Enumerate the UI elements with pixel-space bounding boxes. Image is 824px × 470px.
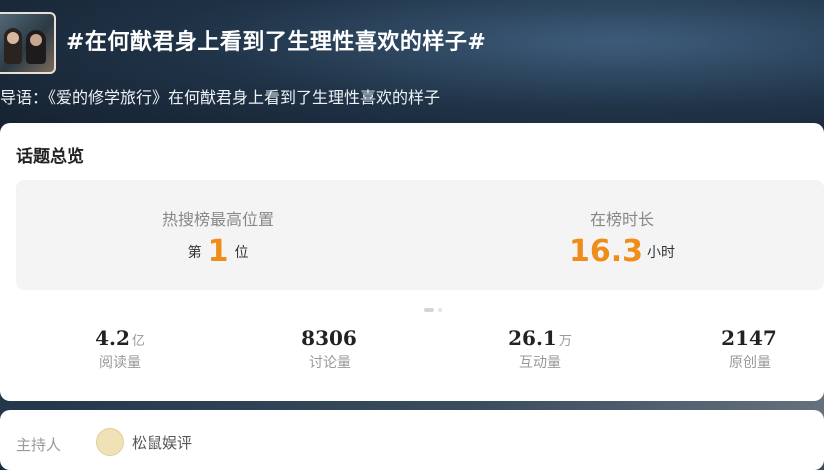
carousel-dot[interactable] [438,308,442,312]
host-card: 主持人 松鼠娱评 [0,410,824,470]
stat-value: 4.2 [95,326,130,350]
topic-avatar[interactable] [0,12,56,74]
carousel-indicator[interactable] [424,297,446,316]
on-list-duration: 在榜时长 16.3 小时 [420,180,824,290]
rank-prefix: 第 [187,245,202,261]
duration-value: 16.3 小时 [420,234,824,269]
rank-value: 第1位 [16,234,420,269]
rank-number: 1 [207,234,229,269]
rank-label: 热搜榜最高位置 [161,210,274,229]
stat-value: 2147 [721,326,777,350]
overview-title: 话题总览 [16,147,84,167]
stat-label: 原创量 [729,355,771,371]
duration-label: 在榜时长 [589,210,654,229]
stat-discussions: 8306 讨论量 [290,326,370,372]
header-background [0,0,824,140]
stat-unit: 万 [558,334,572,349]
stat-value: 26.1 [508,326,557,350]
stat-label: 阅读量 [99,355,141,371]
hot-search-rank: 热搜榜最高位置 第1位 [16,180,420,290]
rank-panel[interactable]: 热搜榜最高位置 第1位 在榜时长 16.3 小时 [16,180,824,290]
stat-label: 讨论量 [309,355,351,371]
topic-intro: 导语：《爱的修学旅行》在何猷君身上看到了生理性喜欢的样子 [0,88,441,107]
stat-unit: 亿 [131,334,145,349]
duration-number: 16.3 [568,234,644,269]
topic-title: #在何猷君身上看到了生理性喜欢的样子# [66,30,487,55]
carousel-dot-active[interactable] [424,308,434,312]
duration-unit: 小时 [647,245,676,261]
stat-value: 8306 [301,326,357,350]
stat-interactions: 26.1 万 互动量 [495,326,585,372]
stat-reads: 4.2 亿 阅读量 [80,326,160,372]
stat-originals: 2147 原创量 [710,326,790,372]
topic-overview-card: 话题总览 热搜榜最高位置 第1位 在榜时长 16.3 小时 4.2 亿 阅读量 83… [0,123,824,401]
host-label: 主持人 [16,436,62,454]
rank-suffix: 位 [234,245,249,261]
host-avatar[interactable] [96,428,124,456]
stat-label: 互动量 [519,355,561,371]
